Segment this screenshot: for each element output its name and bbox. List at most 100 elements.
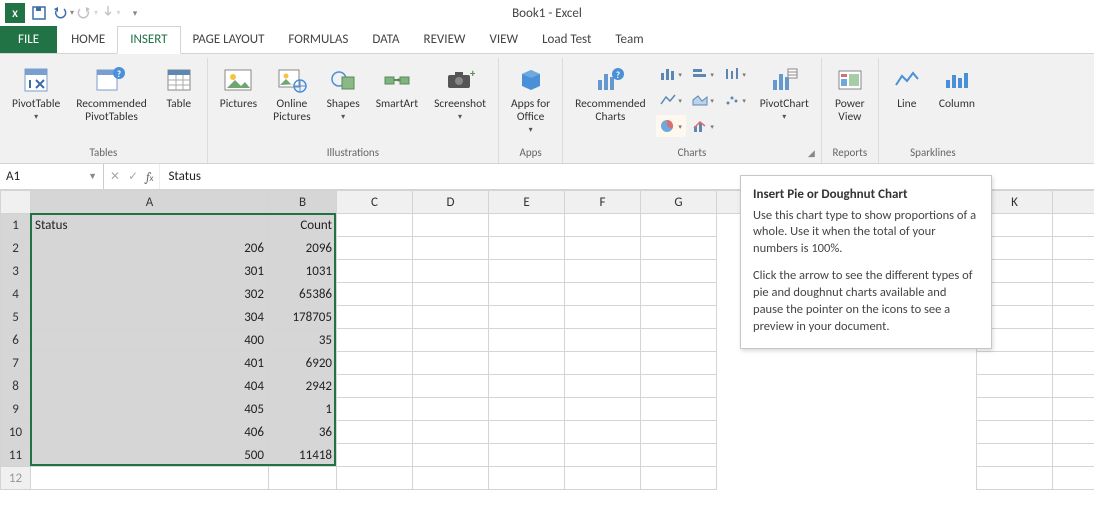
cell[interactable]: 302 bbox=[31, 283, 269, 306]
cell[interactable] bbox=[565, 444, 641, 467]
row-header[interactable]: 8 bbox=[1, 375, 31, 398]
name-box[interactable]: A1▼ bbox=[0, 164, 104, 189]
undo-button[interactable]: ▾ bbox=[52, 2, 74, 24]
col-header-d[interactable]: D bbox=[413, 191, 489, 214]
cell[interactable] bbox=[717, 352, 977, 375]
row-header[interactable]: 7 bbox=[1, 352, 31, 375]
row-header[interactable]: 1 bbox=[1, 214, 31, 237]
cell[interactable] bbox=[977, 375, 1053, 398]
cell[interactable] bbox=[565, 329, 641, 352]
cell[interactable] bbox=[1053, 283, 1094, 306]
redo-button[interactable]: ▾ bbox=[76, 2, 98, 24]
row-header[interactable]: 10 bbox=[1, 421, 31, 444]
cell[interactable] bbox=[337, 237, 413, 260]
cell[interactable] bbox=[977, 467, 1053, 490]
cell[interactable] bbox=[489, 237, 565, 260]
cell[interactable]: 2942 bbox=[269, 375, 337, 398]
cell[interactable] bbox=[717, 444, 977, 467]
cell[interactable] bbox=[565, 214, 641, 237]
cell[interactable] bbox=[641, 375, 717, 398]
cell[interactable]: 1 bbox=[269, 398, 337, 421]
cell[interactable] bbox=[641, 421, 717, 444]
row-header[interactable]: 3 bbox=[1, 260, 31, 283]
cell[interactable] bbox=[413, 214, 489, 237]
cell[interactable] bbox=[1053, 237, 1094, 260]
col-header-b[interactable]: B bbox=[269, 191, 337, 214]
cell[interactable] bbox=[269, 467, 337, 490]
cell[interactable] bbox=[413, 375, 489, 398]
row-header[interactable]: 6 bbox=[1, 329, 31, 352]
screenshot-button[interactable]: + Screenshot▾ bbox=[428, 60, 492, 122]
cell[interactable] bbox=[337, 352, 413, 375]
col-header-e[interactable]: E bbox=[489, 191, 565, 214]
cell[interactable] bbox=[1053, 260, 1094, 283]
tab-data[interactable]: DATA bbox=[360, 27, 411, 53]
cell[interactable] bbox=[641, 398, 717, 421]
tab-home[interactable]: HOME bbox=[59, 27, 117, 53]
fx-icon[interactable]: fx bbox=[146, 170, 153, 184]
cell[interactable] bbox=[565, 421, 641, 444]
cell[interactable] bbox=[641, 444, 717, 467]
column-chart-button[interactable]: ▾ bbox=[656, 63, 686, 85]
pie-chart-button[interactable]: ▾ bbox=[656, 115, 686, 137]
cell[interactable]: 1031 bbox=[269, 260, 337, 283]
cell[interactable] bbox=[565, 467, 641, 490]
cell[interactable] bbox=[565, 398, 641, 421]
cell[interactable] bbox=[565, 283, 641, 306]
table-button[interactable]: Table bbox=[157, 60, 201, 111]
cell[interactable]: 400 bbox=[31, 329, 269, 352]
cell[interactable] bbox=[641, 260, 717, 283]
cell[interactable]: 6920 bbox=[269, 352, 337, 375]
save-icon[interactable] bbox=[28, 2, 50, 24]
cell[interactable] bbox=[337, 260, 413, 283]
sparkline-line-button[interactable]: Line bbox=[885, 60, 929, 111]
cell[interactable] bbox=[641, 352, 717, 375]
dialog-launcher-icon[interactable]: ◢ bbox=[808, 148, 815, 159]
cell[interactable] bbox=[413, 352, 489, 375]
row-header[interactable]: 9 bbox=[1, 398, 31, 421]
cell[interactable] bbox=[717, 375, 977, 398]
touch-mode-button[interactable]: ▾ bbox=[100, 2, 122, 24]
cell[interactable] bbox=[413, 260, 489, 283]
cell[interactable] bbox=[1053, 375, 1094, 398]
cell[interactable]: 304 bbox=[31, 306, 269, 329]
select-all-corner[interactable] bbox=[1, 191, 31, 214]
cell[interactable] bbox=[565, 237, 641, 260]
col-header-a[interactable]: A bbox=[31, 191, 269, 214]
pivotchart-button[interactable]: PivotChart▾ bbox=[754, 60, 815, 122]
cell[interactable] bbox=[337, 214, 413, 237]
cell[interactable] bbox=[413, 421, 489, 444]
cell[interactable]: 206 bbox=[31, 237, 269, 260]
cell[interactable] bbox=[413, 237, 489, 260]
tab-team[interactable]: Team bbox=[603, 27, 655, 53]
cell[interactable] bbox=[337, 444, 413, 467]
cell[interactable] bbox=[1053, 352, 1094, 375]
scatter-chart-button[interactable]: ▾ bbox=[720, 89, 750, 111]
cell[interactable] bbox=[489, 283, 565, 306]
cell[interactable] bbox=[337, 467, 413, 490]
cell[interactable] bbox=[977, 352, 1053, 375]
cell[interactable] bbox=[977, 398, 1053, 421]
cell[interactable] bbox=[717, 421, 977, 444]
cell[interactable] bbox=[337, 421, 413, 444]
cell[interactable]: 65386 bbox=[269, 283, 337, 306]
tab-insert[interactable]: INSERT bbox=[117, 26, 180, 54]
cell[interactable] bbox=[1053, 329, 1094, 352]
cell[interactable]: 36 bbox=[269, 421, 337, 444]
cell[interactable]: 406 bbox=[31, 421, 269, 444]
cancel-icon[interactable]: ✕ bbox=[110, 169, 120, 184]
col-header-g[interactable]: G bbox=[641, 191, 717, 214]
shapes-button[interactable]: Shapes▾ bbox=[321, 60, 366, 122]
tab-formulas[interactable]: FORMULAS bbox=[276, 27, 360, 53]
cell[interactable] bbox=[717, 467, 977, 490]
cell[interactable] bbox=[413, 398, 489, 421]
tab-view[interactable]: VIEW bbox=[478, 27, 531, 53]
cell[interactable] bbox=[413, 306, 489, 329]
cell[interactable] bbox=[337, 329, 413, 352]
cell[interactable] bbox=[489, 467, 565, 490]
row-header[interactable]: 2 bbox=[1, 237, 31, 260]
online-pictures-button[interactable]: Online Pictures bbox=[267, 60, 316, 124]
bar-chart-button[interactable]: ▾ bbox=[688, 63, 718, 85]
cell[interactable] bbox=[1053, 444, 1094, 467]
cell[interactable] bbox=[413, 329, 489, 352]
